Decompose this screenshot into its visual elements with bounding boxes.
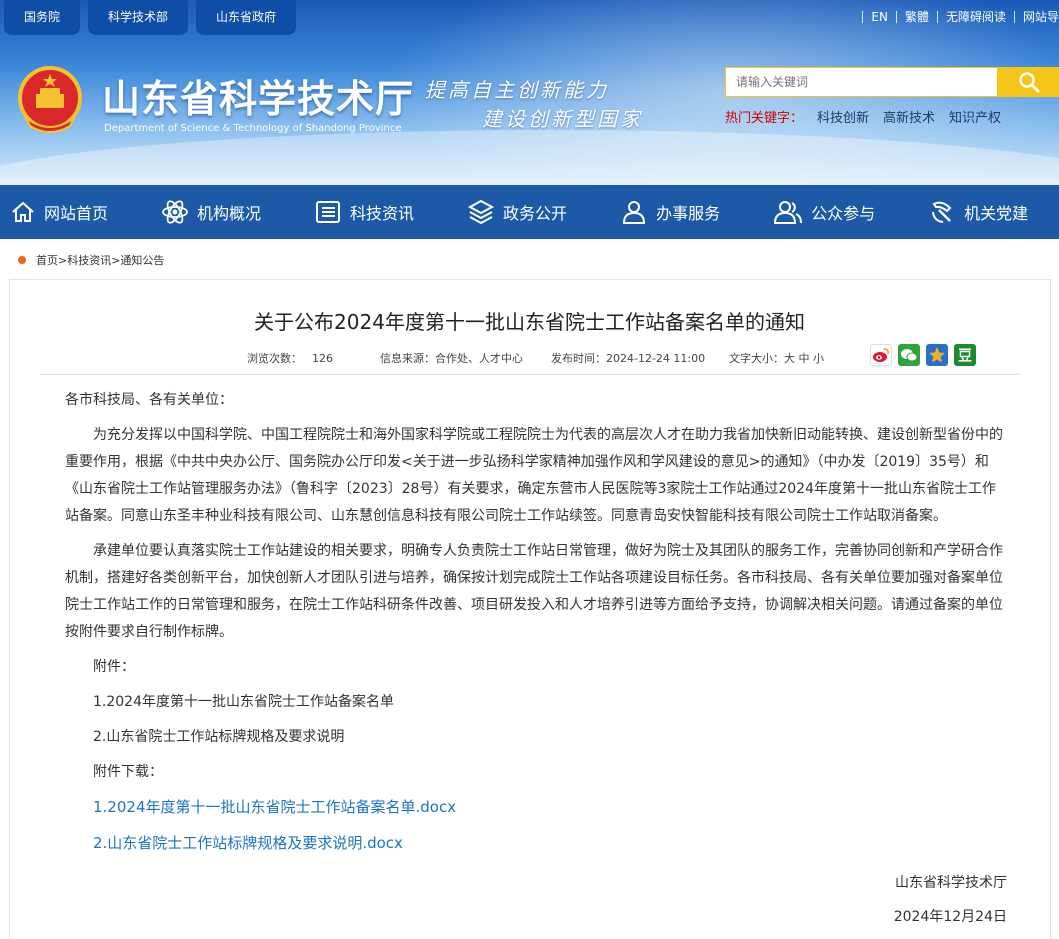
- fontsize-options[interactable]: 大 中 小: [784, 352, 824, 365]
- info-source: 信息来源：合作处、人才中心: [380, 350, 523, 366]
- link-traditional[interactable]: 繁體: [905, 8, 929, 25]
- slogan-line2: 建设创新型国家: [482, 107, 643, 131]
- douban-icon[interactable]: [954, 344, 976, 366]
- search-button[interactable]: [998, 67, 1059, 97]
- nav-label: 办事服务: [656, 204, 721, 223]
- nav-label: 网站首页: [44, 204, 109, 223]
- link-english[interactable]: EN: [871, 10, 888, 24]
- util-divider: [862, 10, 864, 23]
- nav-label: 科技资讯: [350, 204, 415, 223]
- nav-label: 政务公开: [503, 204, 568, 223]
- link-sitemap[interactable]: 网站导: [1023, 8, 1059, 25]
- title-divider: [40, 374, 1020, 375]
- weibo-icon[interactable]: [870, 344, 892, 366]
- site-subtitle: Department of Science & Technology of Sh…: [104, 123, 402, 134]
- nav-label: 机构概况: [197, 204, 262, 223]
- search-box: [725, 67, 1059, 97]
- hot-keywords: 热门关键字： 科技创新 高新技术 知识产权: [725, 107, 1001, 126]
- views-value: 126: [312, 352, 333, 365]
- fontsize-label: 文字大小：: [729, 352, 784, 365]
- site-title[interactable]: 山东省科学技术厅: [102, 68, 414, 123]
- publish-time: 发布时间：2024-12-24 11:00: [551, 350, 705, 366]
- utility-links: EN 繁體 无障碍阅读 网站导: [854, 8, 1059, 25]
- nav-item-home[interactable]: 网站首页: [10, 185, 108, 239]
- util-divider: [936, 10, 938, 23]
- views-label: 浏览次数：: [247, 352, 302, 365]
- view-count: 浏览次数： 126: [247, 350, 333, 366]
- breadcrumb: 首页>科技资讯>通知公告: [18, 252, 164, 268]
- nav-item-government-affairs[interactable]: 政务公开: [467, 185, 567, 239]
- link-state-council[interactable]: 国务院: [4, 0, 81, 35]
- party-icon: [932, 201, 952, 223]
- font-size-control: 文字大小：大 中 小: [729, 350, 824, 366]
- search-input[interactable]: [725, 67, 998, 97]
- nav-item-party-building[interactable]: 机关党建: [928, 185, 1028, 239]
- attachment-item-2: 2.山东省院士工作站标牌规格及要求说明: [93, 729, 345, 745]
- nav-label: 公众参与: [811, 204, 876, 223]
- link-ministry-science[interactable]: 科学技术部: [88, 0, 189, 35]
- attachment-item-1: 1.2024年度第十一批山东省院士工作站备案名单: [93, 694, 394, 710]
- slogan-line1: 提高自主创新能力: [425, 78, 609, 102]
- util-divider: [1013, 10, 1015, 23]
- news-icon: [316, 201, 341, 223]
- share-bar: [870, 344, 976, 366]
- top-links: 国务院 科学技术部 山东省政府: [0, 0, 297, 35]
- nav-label: 机关党建: [964, 204, 1029, 223]
- signature: 山东省科学技术厅: [895, 875, 1007, 891]
- nav-item-organization[interactable]: 机构概况: [161, 185, 261, 239]
- nav-item-news[interactable]: 科技资讯: [314, 185, 414, 239]
- people-icon: [774, 201, 803, 224]
- link-shandong-gov[interactable]: 山东省政府: [196, 0, 297, 35]
- signature-date: 2024年12月24日: [893, 909, 1007, 925]
- user-service-icon: [623, 201, 646, 224]
- salutation: 各市科技局、各有关单位：: [65, 392, 233, 408]
- wechat-icon[interactable]: [898, 344, 920, 366]
- main-nav: 网站首页 机构概况 科技资讯 政务公开 办事服务 公众参与 机关党建: [0, 185, 1059, 239]
- util-divider: [895, 10, 897, 23]
- date-value: 2024-12-24 11:00: [606, 352, 706, 365]
- hot-keywords-label: 热门关键字：: [725, 111, 804, 126]
- download-link-2[interactable]: 2.山东省院士工作站标牌规格及要求说明.docx: [93, 834, 403, 852]
- paragraph-2: 承建单位要认真落实院士工作站建设的相关要求，明确专人负责院士工作站日常管理，做好…: [65, 543, 1003, 640]
- location-dot-icon: [18, 256, 26, 264]
- search-icon: [1018, 72, 1039, 93]
- national-emblem-icon: [18, 66, 82, 133]
- home-icon: [12, 201, 34, 222]
- layers-icon: [467, 199, 495, 225]
- hot-keyword[interactable]: 高新技术: [883, 107, 935, 126]
- article-body: 各市科技局、各有关单位： 为充分发挥以中国科学院、中国工程院院士和海外国家科学院…: [65, 382, 1005, 858]
- attachment-label: 附件：: [93, 659, 135, 675]
- site-header: 国务院 科学技术部 山东省政府 EN 繁體 无障碍阅读 网站导 山东省科学技术厅…: [0, 0, 1059, 185]
- nav-item-services[interactable]: 办事服务: [620, 185, 720, 239]
- paragraph-1: 为充分发挥以中国科学院、中国工程院院士和海外国家科学院或工程院院士为代表的高层次…: [65, 427, 1003, 524]
- download-link-1[interactable]: 1.2024年度第十一批山东省院士工作站备案名单.docx: [93, 798, 456, 816]
- download-label: 附件下载：: [93, 764, 163, 780]
- hot-keyword[interactable]: 科技创新: [817, 107, 869, 126]
- breadcrumb-text[interactable]: 首页>科技资讯>通知公告: [36, 252, 164, 268]
- date-label: 发布时间：: [551, 352, 606, 365]
- article-title: 关于公布2024年度第十一批山东省院士工作站备案名单的通知: [254, 310, 805, 334]
- source-value: 合作处、人才中心: [435, 352, 523, 365]
- hot-keyword[interactable]: 知识产权: [949, 107, 1001, 126]
- source-label: 信息来源：: [380, 352, 435, 365]
- qzone-icon[interactable]: [926, 344, 948, 366]
- nav-item-public-participation[interactable]: 公众参与: [773, 185, 875, 239]
- link-accessibility[interactable]: 无障碍阅读: [946, 8, 1006, 25]
- atom-icon: [162, 200, 188, 224]
